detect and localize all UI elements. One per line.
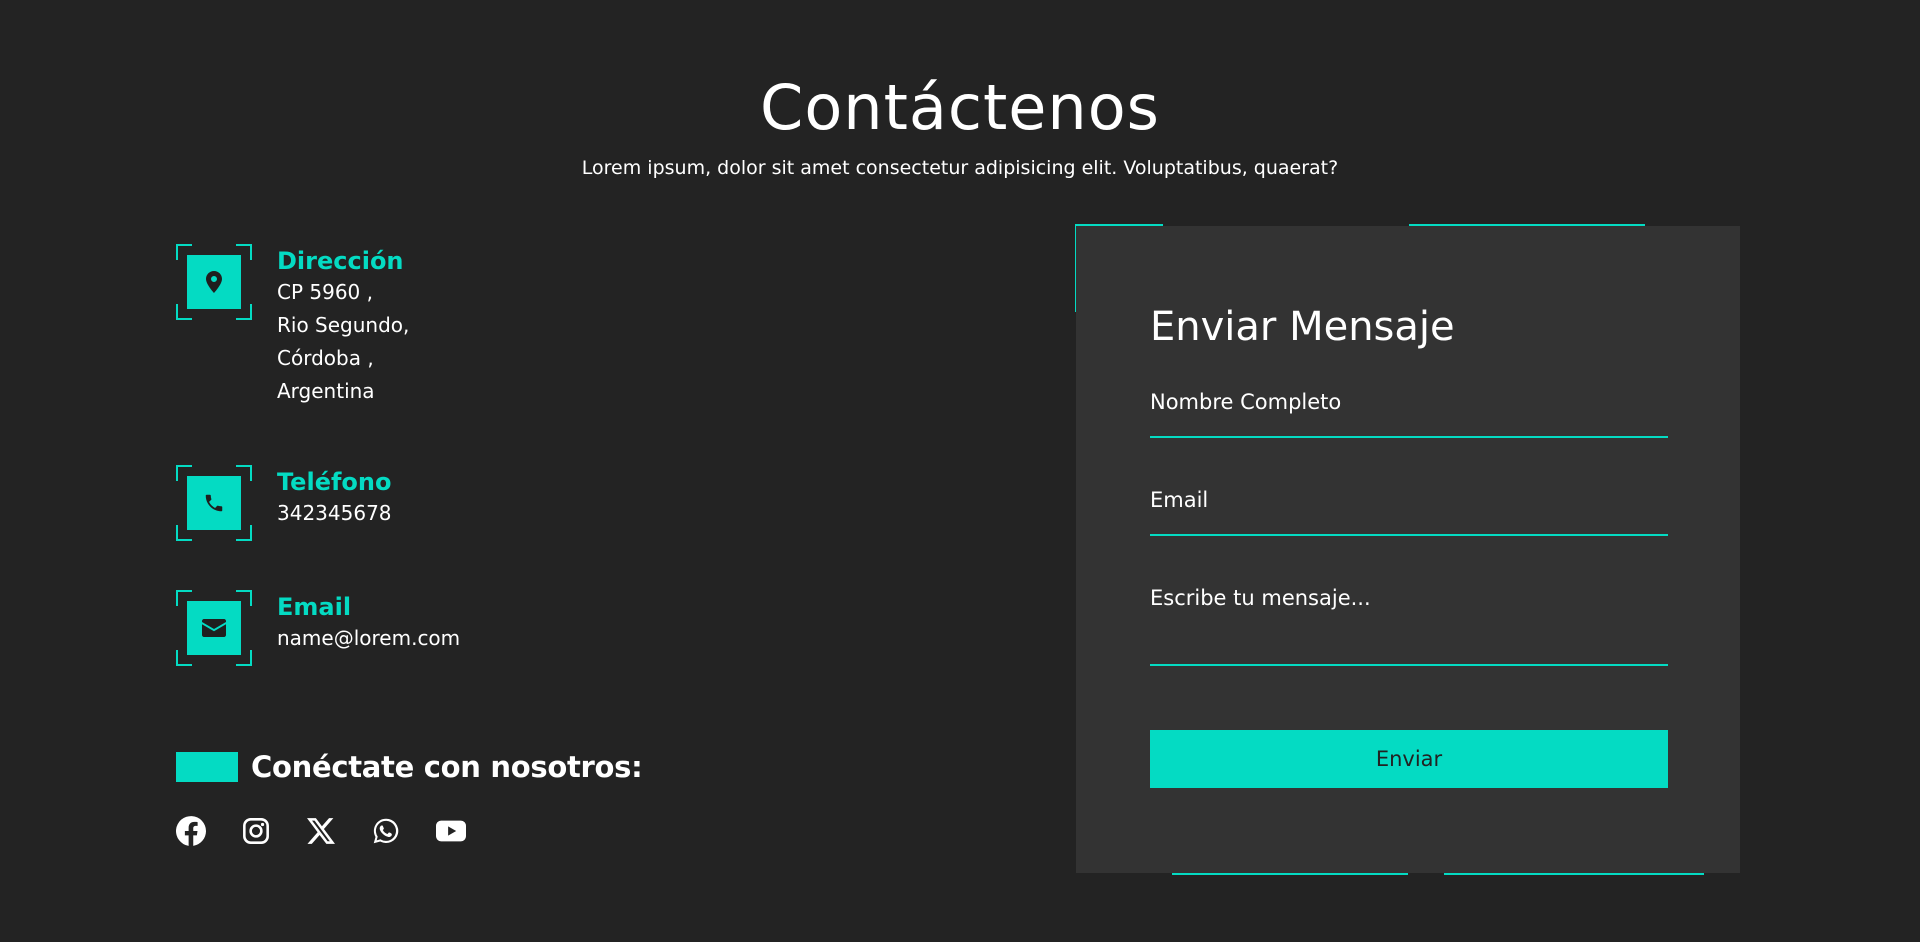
page-subtitle: Lorem ipsum, dolor sit amet consectetur … (581, 157, 1339, 179)
address-icon-frame (176, 244, 252, 320)
address-line: Argentina (277, 379, 375, 403)
send-button[interactable]: Enviar (1150, 730, 1668, 788)
instagram-icon[interactable] (241, 814, 271, 848)
card-accent-line (1172, 873, 1408, 875)
youtube-icon[interactable] (436, 814, 466, 848)
name-input[interactable] (1150, 390, 1668, 414)
x-icon[interactable] (306, 814, 336, 848)
contact-page: Contáctenos Lorem ipsum, dolor sit amet … (0, 0, 1920, 942)
address-line: CP 5960 , (277, 280, 373, 304)
card-accent-line (1444, 873, 1704, 875)
message-textarea[interactable] (1150, 586, 1668, 634)
phone-icon-frame (176, 465, 252, 541)
whatsapp-icon[interactable] (371, 814, 401, 848)
message-field-wrapper (1150, 586, 1668, 666)
facebook-icon[interactable] (176, 814, 206, 848)
envelope-icon (187, 601, 241, 655)
message-form-card: Enviar Mensaje Enviar (1076, 226, 1740, 873)
address-line: Córdoba , (277, 346, 374, 370)
email-input[interactable] (1150, 488, 1668, 512)
phone-icon (187, 476, 241, 530)
phone-number: 342345678 (277, 501, 392, 525)
page-title: Contáctenos (760, 71, 1160, 144)
email-icon-frame (176, 590, 252, 666)
email-address: name@lorem.com (277, 626, 461, 650)
form-title: Enviar Mensaje (1150, 304, 1455, 350)
accent-bar (176, 752, 238, 782)
name-field-wrapper (1150, 390, 1668, 438)
social-heading: Conéctate con nosotros: (176, 750, 643, 784)
social-links (176, 814, 501, 848)
map-pin-icon (187, 255, 241, 309)
phone-heading: Teléfono (277, 468, 392, 496)
social-label: Conéctate con nosotros: (251, 750, 643, 784)
email-field-wrapper (1150, 488, 1668, 536)
email-heading: Email (277, 593, 352, 621)
address-line: Rio Segundo, (277, 313, 410, 337)
address-heading: Dirección (277, 247, 404, 275)
